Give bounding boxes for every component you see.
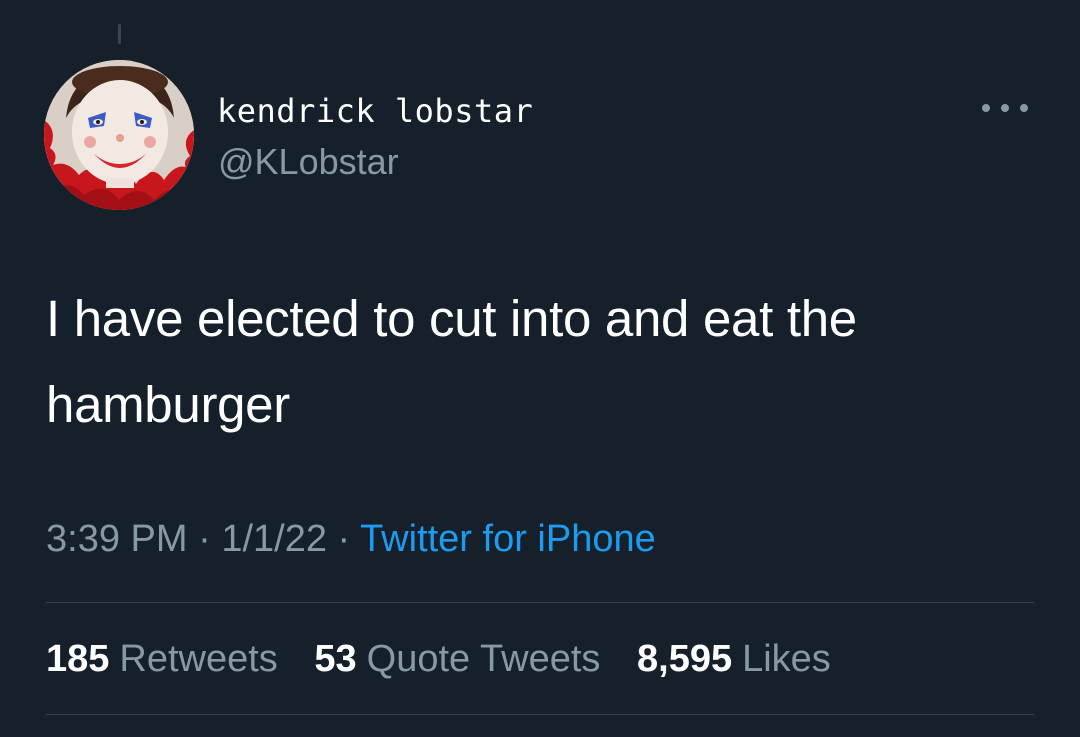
avatar[interactable] (44, 60, 194, 210)
quote-tweets-label: Quote Tweets (366, 638, 601, 680)
likes-stat[interactable]: 8,595 Likes (637, 638, 831, 681)
tweet-text: I have elected to cut into and eat the h… (46, 290, 857, 433)
tweet-date[interactable]: 1/1/22 (221, 518, 327, 560)
quote-tweets-stat[interactable]: 53 Quote Tweets (314, 638, 600, 681)
author-handle[interactable]: @KLobstar (218, 141, 399, 183)
meta-separator: · (337, 518, 361, 560)
author-display-name[interactable]: kendrick lobstar (217, 92, 533, 130)
retweets-stat[interactable]: 185 Retweets (46, 638, 278, 681)
divider (46, 602, 1034, 603)
tweet-metadata: 3:39 PM · 1/1/22 · Twitter for iPhone (46, 518, 656, 561)
thread-connector-line (118, 24, 121, 44)
engagement-stats: 185 Retweets 53 Quote Tweets 8,595 Likes (46, 638, 857, 681)
more-options-button[interactable] (982, 94, 1028, 122)
tweet-time[interactable]: 3:39 PM (46, 518, 188, 560)
more-horizontal-icon (982, 104, 990, 112)
divider (46, 714, 1034, 715)
more-horizontal-icon-dot (1020, 104, 1028, 112)
quote-tweets-count: 53 (314, 638, 357, 680)
likes-label: Likes (742, 638, 831, 680)
likes-count: 8,595 (637, 638, 733, 680)
more-horizontal-icon-dot (1001, 104, 1009, 112)
meta-separator: · (198, 518, 222, 560)
retweets-label: Retweets (119, 638, 278, 680)
tweet-source-link[interactable]: Twitter for iPhone (360, 518, 656, 560)
avatar-image (44, 60, 194, 210)
retweets-count: 185 (46, 638, 110, 680)
